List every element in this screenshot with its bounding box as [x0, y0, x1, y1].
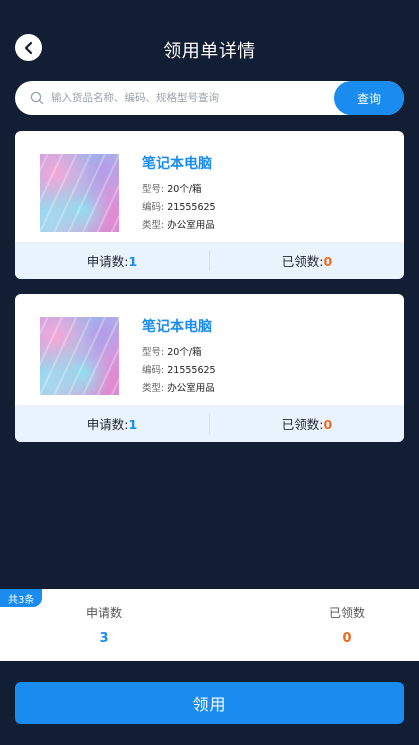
receive-button[interactable]: 领用: [15, 682, 404, 724]
received-stat: 已领数:0: [210, 251, 404, 270]
page-title: 领用单详情: [163, 41, 256, 62]
applied-count: 1: [128, 417, 138, 432]
header: 领用单详情: [0, 28, 419, 68]
summary-applied-label: 申请数: [85, 606, 122, 620]
code-label: 编码:: [142, 202, 165, 213]
model-label: 型号:: [142, 347, 165, 358]
applied-stat: 申请数:1: [15, 251, 209, 270]
type-label: 类型:: [142, 220, 165, 231]
received-count: 0: [323, 254, 333, 269]
received-label: 已领数:: [281, 254, 324, 269]
applied-count: 1: [128, 254, 138, 269]
item-thumbnail: [40, 154, 119, 232]
applied-stat: 申请数:1: [15, 414, 209, 433]
received-label: 已领数:: [281, 417, 324, 432]
type-value: 办公室用品: [167, 383, 215, 394]
model-label: 型号:: [142, 184, 165, 195]
applied-label: 申请数:: [86, 417, 129, 432]
applied-label: 申请数:: [86, 254, 129, 269]
item-stats: 申请数:1 已领数:0: [15, 242, 404, 279]
model-value: 20个/箱: [167, 184, 202, 195]
item-name: 笔记本电脑: [142, 319, 212, 335]
item-stats: 申请数:1 已领数:0: [15, 405, 404, 442]
summary-received-label: 已领数: [328, 606, 365, 620]
item-card[interactable]: 笔记本电脑 型号: 20个/箱 编码: 21555625 类型: 办公室用品 申…: [15, 131, 404, 279]
summary-received-value: 0: [342, 631, 352, 646]
received-stat: 已领数:0: [210, 414, 404, 433]
search-input[interactable]: [51, 81, 341, 115]
type-value: 办公室用品: [167, 220, 215, 231]
item-model: 型号: 20个/箱: [142, 181, 202, 195]
code-value: 21555625: [167, 202, 216, 213]
code-label: 编码:: [142, 365, 165, 376]
item-card[interactable]: 笔记本电脑 型号: 20个/箱 编码: 21555625 类型: 办公室用品 申…: [15, 294, 404, 442]
model-value: 20个/箱: [167, 347, 202, 358]
code-value: 21555625: [167, 365, 216, 376]
search-bar: 查询: [15, 81, 404, 115]
item-thumbnail: [40, 317, 119, 395]
total-count-badge: 共3条: [0, 589, 43, 607]
item-code: 编码: 21555625: [142, 199, 216, 213]
item-code: 编码: 21555625: [142, 362, 216, 376]
summary-applied-value: 3: [99, 631, 109, 646]
item-type: 类型: 办公室用品: [142, 380, 215, 394]
summary-received: 已领数 0: [297, 604, 397, 646]
item-name: 笔记本电脑: [142, 156, 212, 172]
item-type: 类型: 办公室用品: [142, 217, 215, 231]
received-count: 0: [323, 417, 333, 432]
summary-panel: 共3条 申请数 3 已领数 0: [0, 589, 419, 661]
search-icon: [30, 91, 44, 105]
item-model: 型号: 20个/箱: [142, 344, 202, 358]
search-button[interactable]: 查询: [334, 81, 404, 115]
summary-applied: 申请数 3: [54, 604, 154, 646]
type-label: 类型:: [142, 383, 165, 394]
